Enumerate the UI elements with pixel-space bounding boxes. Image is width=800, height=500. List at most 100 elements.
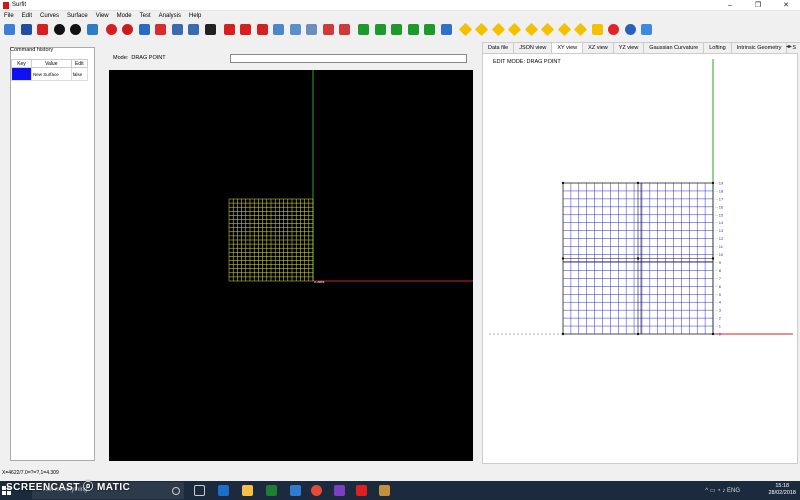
- tab-intrinsic-geometry[interactable]: Intrinsic Geometry: [730, 42, 788, 53]
- surface-mesh[interactable]: [228, 198, 314, 282]
- minimize-button[interactable]: –: [716, 0, 744, 11]
- close-icon[interactable]: [37, 24, 48, 35]
- menu-test[interactable]: Test: [140, 13, 151, 19]
- app-icon: [3, 2, 9, 9]
- sign3-icon[interactable]: [491, 22, 505, 37]
- visual-studio-icon[interactable]: [334, 485, 345, 496]
- history-edit-cell[interactable]: false: [70, 67, 89, 81]
- menu-edit[interactable]: Edit: [22, 13, 32, 19]
- menu-analysis[interactable]: Analysis: [159, 13, 181, 19]
- tab-scroll-arrows[interactable]: ◂▸: [786, 43, 798, 50]
- x-axis-label: x-axis: [314, 279, 324, 284]
- menu-help[interactable]: Help: [189, 13, 201, 19]
- edge-icon[interactable]: [218, 485, 229, 496]
- circle-icon[interactable]: [624, 24, 636, 35]
- paint-icon[interactable]: [223, 24, 235, 35]
- menu-surface[interactable]: Surface: [67, 13, 88, 19]
- flag2-icon[interactable]: [339, 24, 350, 35]
- tab-json-view[interactable]: JSON view: [513, 42, 553, 53]
- control-point[interactable]: [561, 181, 565, 185]
- align-center-icon[interactable]: [374, 24, 386, 35]
- history-header-value[interactable]: Value: [31, 59, 72, 68]
- 3d-viewport[interactable]: x-axis: [109, 70, 473, 461]
- tab-yz-view[interactable]: YZ view: [612, 42, 645, 53]
- flag-icon[interactable]: [322, 24, 334, 35]
- control-point[interactable]: [636, 332, 640, 336]
- system-tray[interactable]: ^ ▭ ◔ ♪ ENG: [705, 487, 740, 494]
- paint2-icon[interactable]: [240, 24, 251, 35]
- sign5-icon[interactable]: [524, 22, 538, 37]
- shape-icon[interactable]: [306, 24, 317, 35]
- menu-curves[interactable]: Curves: [40, 13, 59, 19]
- clock[interactable]: 15:18 28/02/2018: [768, 483, 796, 497]
- sign8-icon[interactable]: [573, 22, 588, 37]
- stop-icon[interactable]: [70, 24, 81, 35]
- warning-icon[interactable]: [155, 24, 166, 35]
- tab-gaussian-curvature[interactable]: Gaussian Curvature: [643, 42, 705, 53]
- history-header-edit[interactable]: Edit: [70, 59, 89, 68]
- tab-lofting[interactable]: Lofting: [703, 42, 732, 53]
- info-icon[interactable]: [641, 24, 652, 35]
- menu-view[interactable]: View: [96, 13, 109, 19]
- align-left-icon[interactable]: [358, 24, 369, 35]
- app-taskbar-icon[interactable]: [379, 485, 390, 496]
- xy-row-label: ·· 17: [715, 196, 724, 201]
- control-point[interactable]: [636, 181, 640, 185]
- add-icon[interactable]: [105, 24, 117, 35]
- history-value-cell[interactable]: New Surface: [31, 67, 72, 81]
- open-icon[interactable]: [4, 24, 15, 35]
- table-icon[interactable]: [188, 24, 199, 35]
- menu-bar: File Edit Curves Surface View Mode Test Analysi…: [0, 11, 800, 21]
- menu-mode[interactable]: Mode: [117, 13, 132, 19]
- grid-icon[interactable]: [171, 24, 183, 35]
- sign4-icon[interactable]: [507, 22, 522, 37]
- maximize-button[interactable]: ❐: [744, 0, 772, 11]
- xy-row-label: ·· 6: [715, 284, 722, 289]
- xy-view-panel[interactable]: EDIT MODE: DRAG POINT ·· 0 ·· 1 ·· 2 ·· 3 ··…: [482, 53, 798, 464]
- link-icon[interactable]: [440, 24, 452, 35]
- shuffle-icon[interactable]: [204, 24, 216, 35]
- sign2-icon[interactable]: [474, 22, 489, 37]
- control-point[interactable]: [711, 181, 715, 185]
- alert-icon[interactable]: [608, 24, 619, 35]
- xy-grid[interactable]: [561, 181, 715, 336]
- align-right-icon[interactable]: [391, 24, 402, 35]
- no-entry-icon[interactable]: [122, 24, 133, 35]
- history-key-cell[interactable]: [11, 67, 32, 81]
- microphone-icon[interactable]: [172, 487, 180, 495]
- control-point[interactable]: [561, 332, 565, 336]
- close-window-button[interactable]: ✕: [772, 0, 800, 11]
- refresh-icon[interactable]: [86, 24, 98, 35]
- sign6-icon[interactable]: [540, 22, 555, 37]
- task-view-icon[interactable]: [194, 485, 205, 496]
- xy-row-label: ·· 10: [715, 252, 724, 257]
- bars2-icon[interactable]: [424, 24, 435, 35]
- surfit-taskbar-icon[interactable]: [356, 485, 367, 496]
- mode-input[interactable]: [230, 54, 467, 63]
- save-icon[interactable]: [20, 24, 32, 35]
- view-tabs: Data file JSON view XY view XZ view YZ view G…: [482, 42, 800, 53]
- mail-icon[interactable]: [290, 485, 301, 496]
- minus-icon[interactable]: [591, 24, 603, 35]
- table-row[interactable]: New Surface false: [11, 67, 89, 81]
- tab-data-file[interactable]: Data file: [482, 42, 515, 53]
- bars-icon[interactable]: [407, 24, 419, 35]
- tab-xz-view[interactable]: XZ view: [582, 42, 614, 53]
- sign1-icon[interactable]: [458, 22, 472, 37]
- control-point[interactable]: [711, 332, 715, 336]
- move-icon[interactable]: [138, 24, 150, 35]
- power-icon[interactable]: [53, 24, 65, 35]
- paint3-icon[interactable]: [256, 24, 268, 35]
- menu-file[interactable]: File: [4, 13, 14, 19]
- control-point[interactable]: [561, 257, 565, 260]
- tab-xy-view[interactable]: XY view: [551, 42, 584, 53]
- excel-icon[interactable]: [266, 485, 277, 496]
- history-header-key[interactable]: Key: [11, 59, 32, 68]
- sign7-icon[interactable]: [557, 22, 571, 37]
- control-point[interactable]: [711, 257, 715, 260]
- file-explorer-icon[interactable]: [242, 485, 253, 496]
- image-icon[interactable]: [273, 24, 284, 35]
- control-point[interactable]: [636, 257, 640, 260]
- wave-icon[interactable]: [289, 24, 301, 35]
- chrome-icon[interactable]: [311, 485, 322, 496]
